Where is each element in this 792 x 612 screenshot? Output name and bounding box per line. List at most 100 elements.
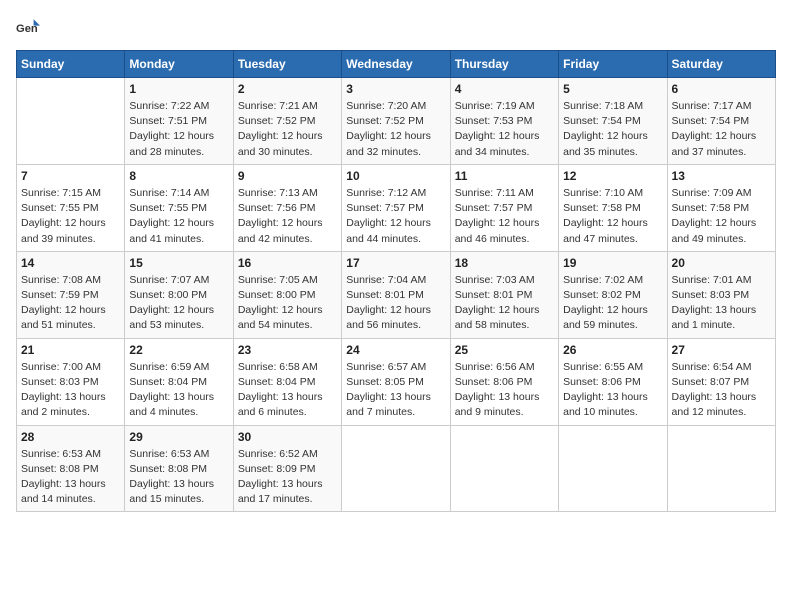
day-number: 12 bbox=[563, 169, 662, 183]
weekday-header-row: SundayMondayTuesdayWednesdayThursdayFrid… bbox=[17, 51, 776, 78]
day-number: 23 bbox=[238, 343, 337, 357]
day-info: Sunrise: 6:55 AMSunset: 8:06 PMDaylight:… bbox=[563, 360, 662, 421]
logo: Gen bbox=[16, 16, 44, 40]
day-number: 14 bbox=[21, 256, 120, 270]
day-number: 22 bbox=[129, 343, 228, 357]
day-info: Sunrise: 6:56 AMSunset: 8:06 PMDaylight:… bbox=[455, 360, 554, 421]
calendar-cell: 14 Sunrise: 7:08 AMSunset: 7:59 PMDayligh… bbox=[17, 251, 125, 338]
day-info: Sunrise: 6:59 AMSunset: 8:04 PMDaylight:… bbox=[129, 360, 228, 421]
day-info: Sunrise: 7:03 AMSunset: 8:01 PMDaylight:… bbox=[455, 273, 554, 334]
day-info: Sunrise: 7:13 AMSunset: 7:56 PMDaylight:… bbox=[238, 186, 337, 247]
day-number: 6 bbox=[672, 82, 771, 96]
calendar-cell: 13 Sunrise: 7:09 AMSunset: 7:58 PMDayligh… bbox=[667, 164, 775, 251]
day-info: Sunrise: 7:08 AMSunset: 7:59 PMDaylight:… bbox=[21, 273, 120, 334]
calendar-cell: 11 Sunrise: 7:11 AMSunset: 7:57 PMDayligh… bbox=[450, 164, 558, 251]
day-info: Sunrise: 6:53 AMSunset: 8:08 PMDaylight:… bbox=[21, 447, 120, 508]
day-info: Sunrise: 7:10 AMSunset: 7:58 PMDaylight:… bbox=[563, 186, 662, 247]
day-info: Sunrise: 7:04 AMSunset: 8:01 PMDaylight:… bbox=[346, 273, 445, 334]
calendar-table: SundayMondayTuesdayWednesdayThursdayFrid… bbox=[16, 50, 776, 512]
calendar-cell bbox=[450, 425, 558, 512]
day-info: Sunrise: 7:01 AMSunset: 8:03 PMDaylight:… bbox=[672, 273, 771, 334]
calendar-cell: 4 Sunrise: 7:19 AMSunset: 7:53 PMDaylight… bbox=[450, 78, 558, 165]
day-number: 9 bbox=[238, 169, 337, 183]
day-info: Sunrise: 7:07 AMSunset: 8:00 PMDaylight:… bbox=[129, 273, 228, 334]
day-number: 21 bbox=[21, 343, 120, 357]
calendar-cell: 30 Sunrise: 6:52 AMSunset: 8:09 PMDayligh… bbox=[233, 425, 341, 512]
calendar-cell: 10 Sunrise: 7:12 AMSunset: 7:57 PMDayligh… bbox=[342, 164, 450, 251]
weekday-header-saturday: Saturday bbox=[667, 51, 775, 78]
calendar-cell: 16 Sunrise: 7:05 AMSunset: 8:00 PMDayligh… bbox=[233, 251, 341, 338]
calendar-week-2: 7Sunrise: 7:15 AMSunset: 7:55 PMDaylight… bbox=[17, 164, 776, 251]
day-info: Sunrise: 7:21 AMSunset: 7:52 PMDaylight:… bbox=[238, 99, 337, 160]
day-number: 25 bbox=[455, 343, 554, 357]
day-number: 4 bbox=[455, 82, 554, 96]
day-number: 29 bbox=[129, 430, 228, 444]
day-number: 5 bbox=[563, 82, 662, 96]
calendar-cell: 5Sunrise: 7:18 AMSunset: 7:54 PMDaylight… bbox=[559, 78, 667, 165]
calendar-cell bbox=[559, 425, 667, 512]
calendar-cell: 7Sunrise: 7:15 AMSunset: 7:55 PMDaylight… bbox=[17, 164, 125, 251]
day-number: 8 bbox=[129, 169, 228, 183]
day-info: Sunrise: 7:22 AMSunset: 7:51 PMDaylight:… bbox=[129, 99, 228, 160]
calendar-cell: 19 Sunrise: 7:02 AMSunset: 8:02 PMDayligh… bbox=[559, 251, 667, 338]
calendar-week-4: 21Sunrise: 7:00 AMSunset: 8:03 PMDayligh… bbox=[17, 338, 776, 425]
calendar-cell: 25 Sunrise: 6:56 AMSunset: 8:06 PMDayligh… bbox=[450, 338, 558, 425]
calendar-cell: 27 Sunrise: 6:54 AMSunset: 8:07 PMDayligh… bbox=[667, 338, 775, 425]
day-number: 7 bbox=[21, 169, 120, 183]
calendar-cell bbox=[17, 78, 125, 165]
day-number: 19 bbox=[563, 256, 662, 270]
day-info: Sunrise: 6:52 AMSunset: 8:09 PMDaylight:… bbox=[238, 447, 337, 508]
day-number: 26 bbox=[563, 343, 662, 357]
calendar-cell: 29 Sunrise: 6:53 AMSunset: 8:08 PMDayligh… bbox=[125, 425, 233, 512]
day-number: 27 bbox=[672, 343, 771, 357]
day-info: Sunrise: 7:20 AMSunset: 7:52 PMDaylight:… bbox=[346, 99, 445, 160]
day-info: Sunrise: 7:12 AMSunset: 7:57 PMDaylight:… bbox=[346, 186, 445, 247]
calendar-cell: 1 Sunrise: 7:22 AMSunset: 7:51 PMDaylight… bbox=[125, 78, 233, 165]
calendar-cell: 9 Sunrise: 7:13 AMSunset: 7:56 PMDaylight… bbox=[233, 164, 341, 251]
weekday-header-monday: Monday bbox=[125, 51, 233, 78]
day-number: 11 bbox=[455, 169, 554, 183]
calendar-cell: 15 Sunrise: 7:07 AMSunset: 8:00 PMDayligh… bbox=[125, 251, 233, 338]
calendar-cell: 21Sunrise: 7:00 AMSunset: 8:03 PMDayligh… bbox=[17, 338, 125, 425]
calendar-cell: 12 Sunrise: 7:10 AMSunset: 7:58 PMDayligh… bbox=[559, 164, 667, 251]
calendar-week-5: 28 Sunrise: 6:53 AMSunset: 8:08 PMDayligh… bbox=[17, 425, 776, 512]
day-info: Sunrise: 7:14 AMSunset: 7:55 PMDaylight:… bbox=[129, 186, 228, 247]
day-number: 16 bbox=[238, 256, 337, 270]
day-info: Sunrise: 7:19 AMSunset: 7:53 PMDaylight:… bbox=[455, 99, 554, 160]
day-info: Sunrise: 6:53 AMSunset: 8:08 PMDaylight:… bbox=[129, 447, 228, 508]
day-info: Sunrise: 7:02 AMSunset: 8:02 PMDaylight:… bbox=[563, 273, 662, 334]
calendar-cell: 28 Sunrise: 6:53 AMSunset: 8:08 PMDayligh… bbox=[17, 425, 125, 512]
calendar-cell: 23 Sunrise: 6:58 AMSunset: 8:04 PMDayligh… bbox=[233, 338, 341, 425]
day-info: Sunrise: 7:05 AMSunset: 8:00 PMDaylight:… bbox=[238, 273, 337, 334]
day-info: Sunrise: 6:57 AMSunset: 8:05 PMDaylight:… bbox=[346, 360, 445, 421]
day-number: 17 bbox=[346, 256, 445, 270]
weekday-header-wednesday: Wednesday bbox=[342, 51, 450, 78]
day-info: Sunrise: 7:09 AMSunset: 7:58 PMDaylight:… bbox=[672, 186, 771, 247]
calendar-cell: 20Sunrise: 7:01 AMSunset: 8:03 PMDayligh… bbox=[667, 251, 775, 338]
day-number: 1 bbox=[129, 82, 228, 96]
weekday-header-friday: Friday bbox=[559, 51, 667, 78]
day-number: 28 bbox=[21, 430, 120, 444]
calendar-cell: 3 Sunrise: 7:20 AMSunset: 7:52 PMDaylight… bbox=[342, 78, 450, 165]
day-info: Sunrise: 6:54 AMSunset: 8:07 PMDaylight:… bbox=[672, 360, 771, 421]
day-number: 10 bbox=[346, 169, 445, 183]
calendar-cell: 17 Sunrise: 7:04 AMSunset: 8:01 PMDayligh… bbox=[342, 251, 450, 338]
day-info: Sunrise: 7:11 AMSunset: 7:57 PMDaylight:… bbox=[455, 186, 554, 247]
weekday-header-sunday: Sunday bbox=[17, 51, 125, 78]
calendar-cell bbox=[667, 425, 775, 512]
logo-icon: Gen bbox=[16, 16, 40, 40]
day-info: Sunrise: 6:58 AMSunset: 8:04 PMDaylight:… bbox=[238, 360, 337, 421]
day-number: 30 bbox=[238, 430, 337, 444]
weekday-header-tuesday: Tuesday bbox=[233, 51, 341, 78]
day-number: 13 bbox=[672, 169, 771, 183]
calendar-cell bbox=[342, 425, 450, 512]
day-number: 3 bbox=[346, 82, 445, 96]
day-number: 18 bbox=[455, 256, 554, 270]
day-number: 15 bbox=[129, 256, 228, 270]
calendar-week-1: 1 Sunrise: 7:22 AMSunset: 7:51 PMDaylight… bbox=[17, 78, 776, 165]
calendar-cell: 22 Sunrise: 6:59 AMSunset: 8:04 PMDayligh… bbox=[125, 338, 233, 425]
day-number: 2 bbox=[238, 82, 337, 96]
calendar-cell: 2 Sunrise: 7:21 AMSunset: 7:52 PMDaylight… bbox=[233, 78, 341, 165]
calendar-cell: 18 Sunrise: 7:03 AMSunset: 8:01 PMDayligh… bbox=[450, 251, 558, 338]
calendar-cell: 26 Sunrise: 6:55 AMSunset: 8:06 PMDayligh… bbox=[559, 338, 667, 425]
